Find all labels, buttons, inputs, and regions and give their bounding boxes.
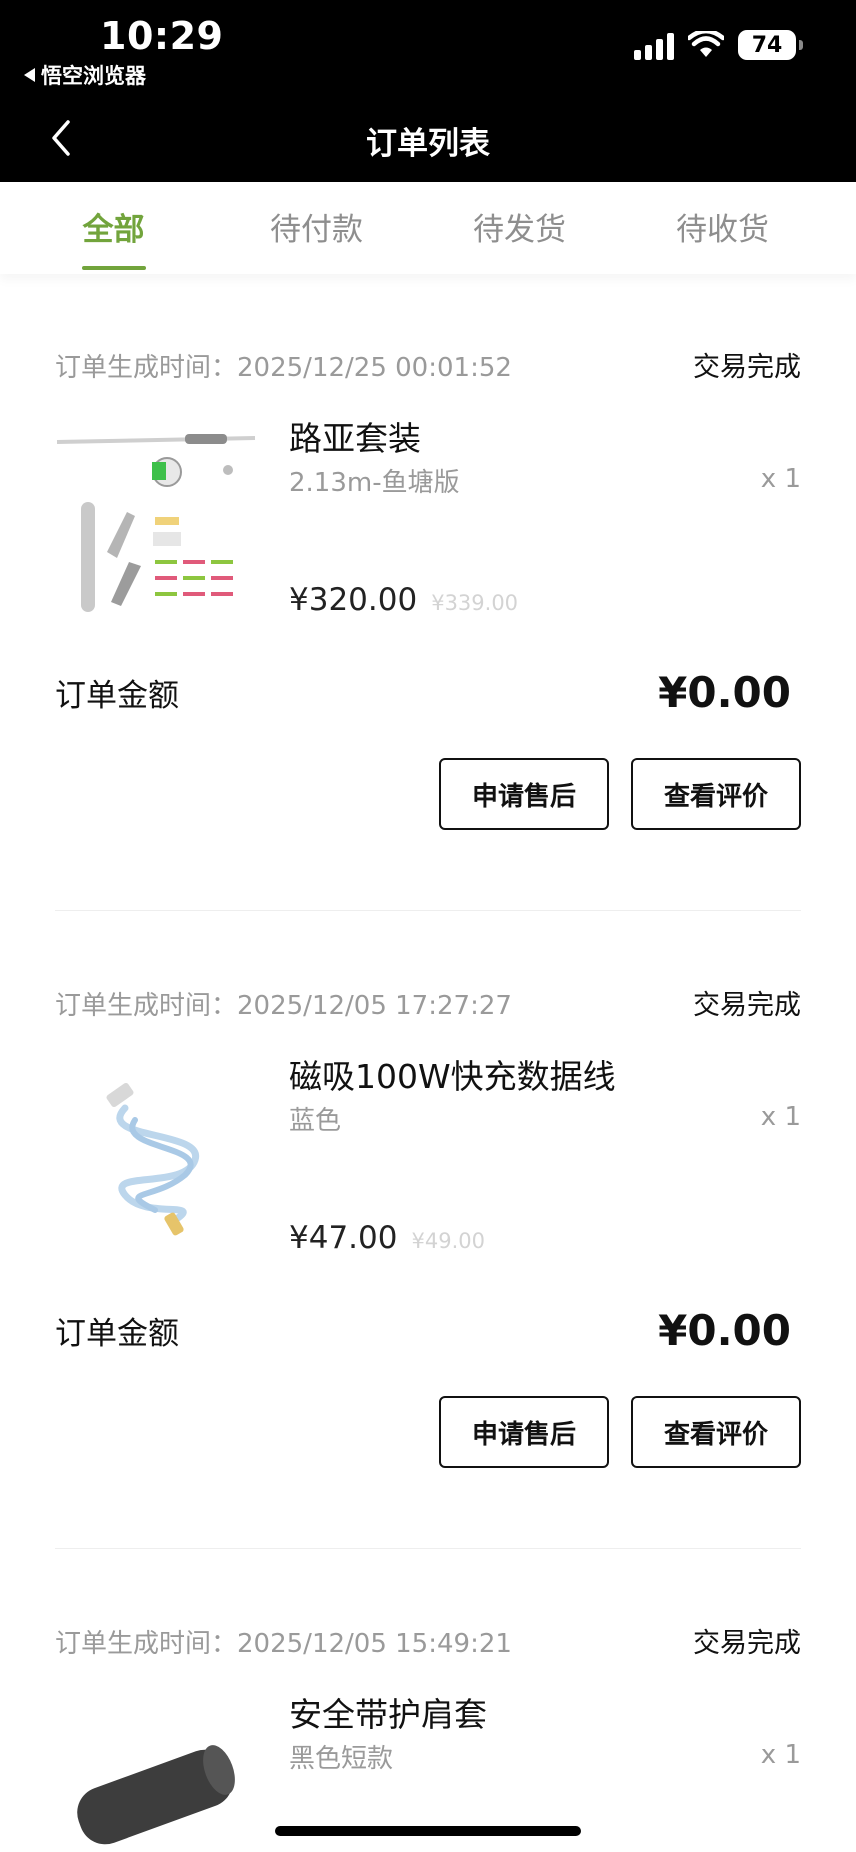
item-name: 磁吸100W快充数据线: [289, 1057, 616, 1096]
tab-active-indicator: [82, 266, 146, 270]
item-quantity: x 1: [760, 464, 801, 494]
order-total-row: 订单金额 ¥0.00: [55, 1300, 801, 1360]
item-spec: 蓝色: [289, 1106, 342, 1136]
order-header: 订单生成时间：2025/12/05 17:27:27 交易完成: [55, 986, 801, 1026]
order-divider: [55, 1548, 801, 1549]
order-time-label: 订单生成时间：: [55, 353, 238, 383]
shoulder-pad-image: [55, 1688, 261, 1848]
order-actions: 申请售后 查看评价: [55, 1396, 801, 1468]
order-total-label: 订单金额: [55, 677, 179, 714]
item-name: 路亚套装: [289, 419, 421, 458]
order-time-label: 订单生成时间：: [55, 1629, 238, 1659]
order-total: ¥0.00: [658, 1305, 791, 1355]
order-card[interactable]: 订单生成时间：2025/12/05 17:27:27 交易完成 磁吸100W快充…: [55, 986, 801, 1468]
item-price: ¥47.00: [289, 1220, 398, 1256]
tab-pending-shipment[interactable]: 待发货: [418, 182, 621, 274]
tab-label: 待发货: [473, 212, 566, 248]
order-status: 交易完成: [693, 990, 801, 1021]
order-header: 订单生成时间：2025/12/25 00:01:52 交易完成: [55, 348, 801, 388]
tab-pending-receipt[interactable]: 待收货: [621, 182, 824, 274]
item-original-price: ¥339.00: [431, 591, 519, 615]
view-review-button[interactable]: 查看评价: [631, 1396, 801, 1468]
item-quantity: x 1: [760, 1102, 801, 1132]
usb-cable-image: [55, 1050, 261, 1260]
signal-icon: [634, 30, 674, 60]
order-actions: 申请售后 查看评价: [55, 758, 801, 830]
item-quantity: x 1: [760, 1740, 801, 1770]
item-spec: 黑色短款: [289, 1744, 394, 1774]
wifi-icon: [688, 31, 724, 57]
order-item[interactable]: 磁吸100W快充数据线 蓝色 x 1 ¥47.00 ¥49.00: [55, 1050, 801, 1290]
order-card[interactable]: 订单生成时间：2025/12/05 15:49:21 交易完成 安全带护肩套 黑…: [55, 1624, 801, 1848]
order-time: 2025/12/05 17:27:27: [237, 991, 512, 1021]
item-price-row: ¥47.00 ¥49.00: [289, 1220, 485, 1256]
order-time-label: 订单生成时间：: [55, 991, 238, 1021]
page-title: 订单列表: [366, 126, 490, 162]
order-total-row: 订单金额 ¥0.00: [55, 662, 801, 722]
back-to-app-button[interactable]: 悟空浏览器: [24, 60, 146, 90]
order-time: 2025/12/05 15:49:21: [237, 1629, 512, 1659]
order-status: 交易完成: [693, 352, 801, 383]
after-sales-button[interactable]: 申请售后: [439, 1396, 609, 1468]
order-time: 2025/12/25 00:01:52: [237, 353, 512, 383]
item-price: ¥320.00: [289, 582, 418, 618]
top-bar: 10:29 悟空浏览器 74 订单列表: [0, 0, 856, 182]
tab-pending-payment[interactable]: 待付款: [215, 182, 418, 274]
order-total: ¥0.00: [658, 667, 791, 717]
order-item[interactable]: 安全带护肩套 黑色短款 x 1: [55, 1688, 801, 1848]
battery-icon: 74: [738, 30, 803, 60]
order-status: 交易完成: [693, 1628, 801, 1659]
order-total-label: 订单金额: [55, 1315, 179, 1352]
fishing-set-image: [55, 412, 261, 622]
item-original-price: ¥49.00: [411, 1229, 485, 1253]
order-item[interactable]: 路亚套装 2.13m-鱼塘版 x 1 ¥320.00 ¥339.00: [55, 412, 801, 652]
after-sales-button[interactable]: 申请售后: [439, 758, 609, 830]
status-time: 10:29: [100, 14, 224, 58]
tab-label: 待收货: [676, 212, 769, 248]
tab-all[interactable]: 全部: [12, 182, 215, 274]
home-indicator: [275, 1826, 581, 1836]
item-price-row: ¥320.00 ¥339.00: [289, 582, 518, 618]
order-card[interactable]: 订单生成时间：2025/12/25 00:01:52 交易完成 路亚套装 2.1…: [55, 348, 801, 830]
item-spec: 2.13m-鱼塘版: [289, 468, 460, 498]
item-name: 安全带护肩套: [289, 1695, 487, 1734]
order-tabs: 全部 待付款 待发货 待收货: [0, 182, 856, 274]
back-app-label: 悟空浏览器: [41, 64, 146, 88]
order-divider: [55, 910, 801, 911]
view-review-button[interactable]: 查看评价: [631, 758, 801, 830]
tab-label: 全部: [82, 212, 145, 248]
tab-label: 待付款: [270, 212, 363, 248]
battery-level: 74: [751, 32, 783, 58]
order-header: 订单生成时间：2025/12/05 15:49:21 交易完成: [55, 1624, 801, 1664]
status-icons: 74: [634, 30, 803, 60]
back-triangle-icon: [24, 68, 35, 82]
